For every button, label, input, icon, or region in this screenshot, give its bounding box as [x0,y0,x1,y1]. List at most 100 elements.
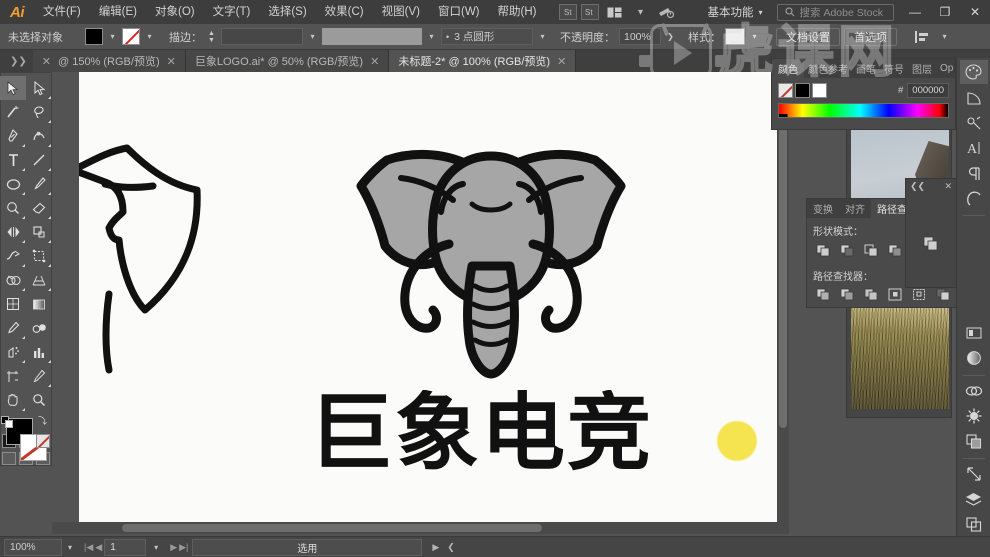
last-artboard-button[interactable]: ▶| [179,542,188,553]
artboards-icon[interactable] [960,462,988,486]
pen-tool[interactable] [0,124,26,148]
transparency-icon[interactable] [960,429,988,453]
wordmark-artwork[interactable]: 巨象电竞 [309,390,729,476]
hex-value-field[interactable]: 000000 [907,83,949,98]
symbols-icon[interactable] [960,111,988,135]
close-button[interactable]: ✕ [960,0,990,24]
direct-selection-tool[interactable] [26,76,52,100]
black-swatch[interactable] [795,83,810,98]
color-guide-icon[interactable] [960,85,988,109]
floating-panel[interactable]: ❮❮ ✕ [905,178,957,288]
panel-content-icon[interactable] [922,234,940,252]
brush-definition-field[interactable] [322,28,422,45]
slice-tool[interactable] [26,364,52,388]
stock-search-input[interactable]: 搜索 Adobe Stock [776,3,894,21]
eyedropper-tool[interactable] [0,316,26,340]
tab-transform[interactable]: 变换 [807,199,839,218]
gradient-icon[interactable] [960,346,988,370]
ellipse-tool[interactable] [0,172,26,196]
hand-tool[interactable] [0,388,26,412]
tab-close-icon[interactable]: ✕ [370,55,379,68]
appearance-icon[interactable] [960,404,988,428]
bridge-icon[interactable]: St [559,4,578,20]
menu-edit[interactable]: 编辑(E) [90,0,146,24]
arrange-documents-icon[interactable] [603,4,625,21]
eraser-tool[interactable] [26,196,52,220]
zoom-level-field[interactable]: 100% [4,538,62,556]
canvas-area[interactable]: 巨象电竞 [52,72,789,534]
trim-icon[interactable] [837,285,857,303]
tab-close-icon[interactable]: ✕ [557,55,566,68]
align-icon[interactable] [911,28,933,45]
mesh-tool[interactable] [0,292,26,316]
symbol-sprayer-tool[interactable] [0,340,26,364]
artboard-chevron-down-icon[interactable]: ▾ [148,543,164,552]
free-transform-tool[interactable] [26,244,52,268]
fill-swatch[interactable] [85,28,103,45]
zoom-tool[interactable] [26,388,52,412]
intersect-icon[interactable] [861,241,881,259]
character-icon[interactable]: A [960,136,988,160]
stroke-weight-field[interactable] [221,28,303,45]
menu-select[interactable]: 选择(S) [259,0,315,24]
document-tab-2[interactable]: 巨象LOGO.ai* @ 50% (RGB/预览) ✕ [185,50,390,72]
opacity-field[interactable]: 100% [619,28,661,45]
menu-type[interactable]: 文字(T) [204,0,260,24]
tool-status-field[interactable]: 选用 [192,538,423,556]
shaper-tool[interactable] [0,196,26,220]
arrange-chevron-down-icon[interactable]: ▾ [629,4,651,21]
line-segment-tool[interactable] [26,148,52,172]
color-spectrum-bar[interactable] [778,103,949,118]
tab-color[interactable]: 颜色 [772,59,804,78]
document-tab-1[interactable]: ✕ @ 150% (RGB/预览) ✕ [32,50,186,72]
variable-width-chevron-down-icon[interactable]: ▾ [537,28,548,45]
rotate-tool[interactable] [0,220,26,244]
brush-definition-chevron-down-icon[interactable]: ▾ [426,28,437,45]
zoom-chevron-down-icon[interactable]: ▾ [62,543,78,552]
stroke-swatch[interactable] [122,28,140,45]
crop-icon[interactable] [885,285,905,303]
unite-icon[interactable] [813,241,833,259]
divide-icon[interactable] [813,285,833,303]
menu-object[interactable]: 对象(O) [146,0,204,24]
canvas-vertical-scrollbar[interactable] [777,72,789,534]
stray-path-artwork[interactable] [79,144,219,374]
stroke-chevron-down-icon[interactable]: ▾ [144,28,155,45]
tab-symbols[interactable]: 符号 [880,59,908,78]
swap-fill-stroke-icon[interactable]: ⤵ [37,416,48,427]
libraries-icon[interactable] [960,513,988,537]
first-artboard-button[interactable]: |◀ [84,542,93,553]
style-chevron-down-icon[interactable]: ▾ [749,28,760,45]
next-artboard-button[interactable]: ▶ [170,542,177,553]
color-panel-icon[interactable] [959,60,988,85]
tab-align[interactable]: 对齐 [839,199,871,218]
vertical-scroll-thumb[interactable] [779,108,787,428]
status-collapse-icon[interactable]: ❮ [447,542,455,553]
default-fill-stroke-icon[interactable] [1,416,13,428]
opacity-flyout-icon[interactable]: ❯ [665,28,676,45]
paragraph-icon[interactable] [960,162,988,186]
tab-close-icon[interactable]: ✕ [167,55,176,68]
normal-screen-mode-icon[interactable] [2,452,16,465]
menu-view[interactable]: 视图(V) [373,0,429,24]
gradient-tool[interactable] [26,292,52,316]
fill-chevron-down-icon[interactable]: ▾ [107,28,118,45]
minimize-button[interactable]: — [900,0,930,24]
collapse-icon[interactable]: ❮❮ [910,181,925,192]
artboard-tool[interactable] [0,364,26,388]
magic-wand-tool[interactable] [0,100,26,124]
type-tool[interactable] [0,148,26,172]
column-graph-tool[interactable] [26,340,52,364]
exclude-icon[interactable] [885,241,905,259]
tab-layers[interactable]: 图层 [908,59,936,78]
bridge-open-icon[interactable]: St [581,4,600,20]
style-swatch[interactable] [725,28,745,45]
library-thumbnail-field[interactable] [851,307,949,409]
stroke-weight-chevron-down-icon[interactable]: ▾ [307,28,318,45]
menu-help[interactable]: 帮助(H) [489,0,546,24]
curvature-tool[interactable] [26,124,52,148]
perspective-grid-tool[interactable] [26,268,52,292]
close-icon[interactable]: ✕ [944,181,952,192]
selection-tool[interactable] [0,76,26,100]
artboard[interactable]: 巨象电竞 [79,72,789,522]
